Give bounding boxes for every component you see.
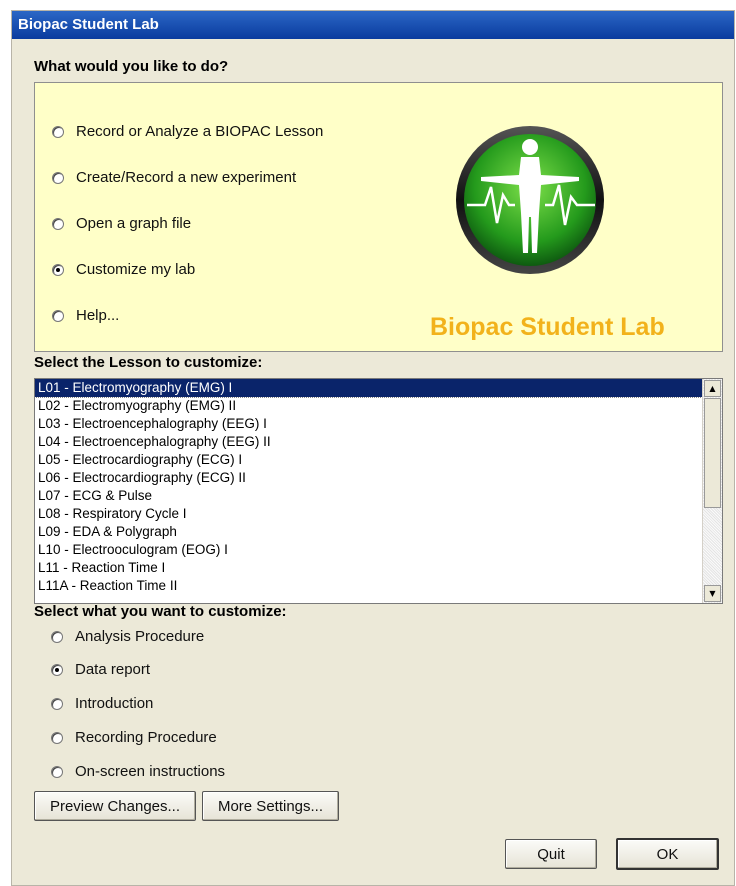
dialog-window: Biopac Student Lab What would you like t… [11,10,735,886]
option-data-report[interactable]: Data report [51,661,150,678]
option-label: On-screen instructions [75,763,226,780]
lesson-list-item[interactable]: L06 - Electrocardiography (ECG) II [35,469,702,487]
scroll-thumb[interactable] [704,398,721,508]
lesson-list-item[interactable]: L02 - Electromyography (EMG) II [35,397,702,415]
option-label: Analysis Procedure [75,628,205,645]
window-title: Biopac Student Lab [12,11,734,39]
radio-on-screen-instructions[interactable] [51,765,63,778]
radio-help[interactable] [52,309,64,322]
quit-button[interactable]: Quit [505,839,597,869]
option-help[interactable]: Help... [52,307,119,324]
option-label: Introduction [75,695,154,712]
option-label: Data report [75,661,151,678]
lesson-list-item[interactable]: L08 - Respiratory Cycle I [35,505,702,523]
lesson-list-item[interactable]: L11A - Reaction Time II [35,577,702,595]
ok-button[interactable]: OK [616,838,719,870]
lesson-list-heading: Select the Lesson to customize: [34,354,263,371]
logo-text: Biopac Student Lab [430,313,665,341]
main-prompt-heading: What would you like to do? [34,58,229,75]
radio-record-analyze-lesson[interactable] [52,125,64,138]
more-settings-button[interactable]: More Settings... [202,791,339,821]
biopac-logo-icon [456,126,604,274]
option-recording-procedure[interactable]: Recording Procedure [51,729,217,746]
radio-recording-procedure[interactable] [51,731,63,744]
option-on-screen-instructions[interactable]: On-screen instructions [51,763,225,780]
action-options-panel: Record or Analyze a BIOPAC Lesson Create… [34,82,723,352]
option-label: Recording Procedure [75,729,217,746]
scroll-up-arrow-icon[interactable]: ▲ [704,380,721,397]
option-open-graph-file[interactable]: Open a graph file [52,215,191,232]
option-label: Open a graph file [76,215,192,232]
option-create-experiment[interactable]: Create/Record a new experiment [52,169,296,186]
radio-introduction[interactable] [51,697,63,710]
option-customize-my-lab[interactable]: Customize my lab [52,261,195,278]
option-label: Customize my lab [76,261,196,278]
radio-create-experiment[interactable] [52,171,64,184]
customize-heading: Select what you want to customize: [34,603,287,620]
option-label: Record or Analyze a BIOPAC Lesson [76,123,324,140]
lesson-list-item[interactable]: L09 - EDA & Polygraph [35,523,702,541]
lesson-list-item[interactable]: L05 - Electrocardiography (ECG) I [35,451,702,469]
lesson-list-item[interactable]: L07 - ECG & Pulse [35,487,702,505]
option-record-analyze-lesson[interactable]: Record or Analyze a BIOPAC Lesson [52,123,323,140]
radio-analysis-procedure[interactable] [51,630,63,643]
preview-changes-button[interactable]: Preview Changes... [34,791,196,821]
lesson-list-items: L01 - Electromyography (EMG) I L02 - Ele… [35,379,703,595]
scroll-down-arrow-icon[interactable]: ▼ [704,585,721,602]
lesson-list-item[interactable]: L01 - Electromyography (EMG) I [35,379,703,398]
option-analysis-procedure[interactable]: Analysis Procedure [51,628,204,645]
radio-customize-my-lab[interactable] [52,263,64,276]
lesson-list-item[interactable]: L03 - Electroencephalography (EEG) I [35,415,702,433]
radio-open-graph-file[interactable] [52,217,64,230]
lesson-list-item[interactable]: L11 - Reaction Time I [35,559,702,577]
lesson-list-item[interactable]: L04 - Electroencephalography (EEG) II [35,433,702,451]
radio-data-report[interactable] [51,663,63,676]
lesson-list-scrollbar[interactable]: ▲ ▼ [702,379,722,603]
lesson-list-item[interactable]: L10 - Electrooculogram (EOG) I [35,541,702,559]
option-introduction[interactable]: Introduction [51,695,153,712]
option-label: Help... [76,307,120,324]
option-label: Create/Record a new experiment [76,169,297,186]
lesson-listbox[interactable]: L01 - Electromyography (EMG) I L02 - Ele… [34,378,723,604]
